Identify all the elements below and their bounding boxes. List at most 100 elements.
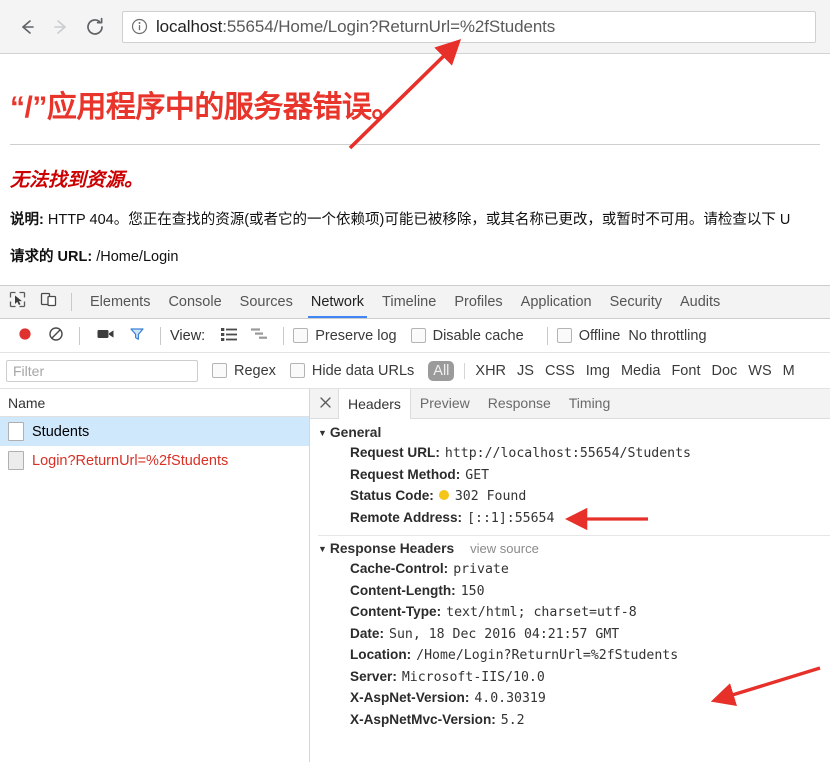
tab-elements[interactable]: Elements (81, 286, 159, 318)
divider (79, 326, 80, 345)
header-row: Request URL: http://localhost:55654/Stude… (310, 443, 830, 465)
error-page: “/”应用程序中的服务器错误。 无法找到资源。 说明: HTTP 404。您正在… (0, 54, 830, 285)
waterfall-view-button[interactable] (246, 322, 274, 350)
tab-application[interactable]: Application (512, 286, 601, 318)
preserve-log-label: Preserve log (315, 327, 397, 344)
general-section-header[interactable]: ▼ General (310, 425, 830, 440)
capture-screenshots-icon (97, 327, 115, 344)
network-toolbar: View: Preserve log Disable cache Offline… (0, 319, 830, 353)
header-value: private (453, 562, 509, 577)
clear-button[interactable] (42, 322, 70, 350)
tab-audits[interactable]: Audits (671, 286, 729, 318)
filter-funnel-icon (129, 326, 145, 345)
list-view-button[interactable] (215, 322, 243, 350)
header-value: text/html; charset=utf-8 (446, 605, 637, 620)
url-host: localhost (156, 16, 223, 36)
request-list-pane: Name Students Login?ReturnUrl=%2fStudents (0, 389, 310, 762)
inspect-element-button[interactable] (3, 288, 31, 316)
devtools-tabbar: Elements Console Sources Network Timeline Pro… (0, 286, 830, 319)
header-key: Status Code: (350, 488, 434, 503)
header-row: X-AspNet-Version: 4.0.30319 (310, 688, 830, 710)
divider (160, 326, 161, 345)
capture-screenshots-button[interactable] (92, 322, 120, 350)
response-headers-title: Response Headers (329, 541, 455, 556)
reload-button[interactable] (78, 10, 112, 44)
chevron-down-icon: ▼ (318, 544, 327, 554)
disable-cache-checkbox[interactable]: Disable cache (410, 328, 524, 344)
header-value: GET (465, 467, 490, 483)
tab-profiles[interactable]: Profiles (445, 286, 511, 318)
header-value: Microsoft-IIS/10.0 (401, 669, 545, 685)
checkbox-box (410, 328, 426, 343)
reload-icon (84, 16, 106, 38)
header-value: 302 Found (454, 489, 527, 504)
tab-network[interactable]: Network (302, 286, 373, 318)
filter-button[interactable] (123, 322, 151, 350)
divider (464, 362, 466, 379)
request-list-header[interactable]: Name (0, 389, 309, 417)
offline-checkbox[interactable]: Offline (556, 328, 620, 344)
requested-url-value: /Home/Login (96, 249, 179, 265)
device-toolbar-icon (40, 291, 57, 313)
filter-input[interactable] (6, 359, 198, 382)
regex-label: Regex (234, 362, 276, 379)
header-key: Server: (350, 668, 397, 684)
checkbox-box (289, 363, 305, 378)
detail-tab-timing[interactable]: Timing (560, 389, 620, 418)
header-key: X-AspNet-Version: (350, 690, 470, 705)
request-row[interactable]: Students (0, 417, 309, 446)
preserve-log-checkbox[interactable]: Preserve log (293, 327, 397, 344)
headers-content: ▼ General Request URL: http://localhost:55… (310, 419, 830, 731)
regex-checkbox[interactable]: Regex (212, 363, 276, 379)
filter-type-css[interactable]: CSS (545, 363, 575, 379)
record-button[interactable] (11, 322, 39, 350)
hide-data-urls-checkbox[interactable]: Hide data URLs (289, 363, 414, 379)
filter-type-all[interactable]: All (428, 360, 455, 381)
filter-type-m[interactable]: M (783, 363, 795, 379)
address-bar[interactable]: localhost:55654/Home/Login?ReturnUrl=%2f… (122, 10, 816, 43)
header-value: http://localhost:55654/Students (444, 446, 692, 461)
detail-tab-preview[interactable]: Preview (411, 389, 479, 418)
list-view-icon (220, 327, 238, 345)
back-button[interactable] (10, 10, 44, 44)
close-button[interactable] (314, 393, 336, 415)
detail-tab-headers[interactable]: Headers (338, 389, 411, 419)
general-title: General (329, 425, 382, 440)
header-row: X-AspNetMvc-Version: 5.2 (310, 710, 830, 732)
request-name: Students (32, 423, 90, 440)
filter-type-doc[interactable]: Doc (711, 363, 737, 379)
header-value: [::1]:55654 (467, 510, 555, 526)
header-row: Content-Length: 150 (310, 581, 830, 603)
header-key: Content-Length: (350, 582, 456, 598)
divider (283, 326, 285, 345)
detail-tab-response[interactable]: Response (479, 389, 560, 418)
view-source-link[interactable]: view source (470, 541, 539, 556)
response-headers-section-header[interactable]: ▼ Response Headers view source (310, 541, 830, 556)
header-row: Content-Type: text/html; charset=utf-8 (310, 602, 830, 624)
filter-type-ws[interactable]: WS (748, 363, 771, 379)
filter-type-xhr[interactable]: XHR (475, 363, 506, 379)
tab-console[interactable]: Console (159, 286, 230, 318)
filter-type-js[interactable]: JS (517, 363, 534, 379)
throttling-select[interactable]: No throttling (628, 328, 706, 344)
view-label: View: (170, 327, 206, 344)
filter-type-img[interactable]: Img (586, 363, 610, 379)
header-key: Remote Address: (350, 509, 463, 525)
header-row: Status Code: 302 Found (310, 486, 830, 508)
checkbox-box (556, 328, 572, 343)
device-toolbar-button[interactable] (34, 288, 62, 316)
filter-type-media[interactable]: Media (621, 363, 661, 379)
info-circle-icon[interactable] (131, 18, 148, 35)
tab-security[interactable]: Security (601, 286, 671, 318)
header-key: Request Method: (350, 466, 461, 482)
network-panes: Name Students Login?ReturnUrl=%2fStudents… (0, 389, 830, 762)
tab-sources[interactable]: Sources (231, 286, 302, 318)
tab-timeline[interactable]: Timeline (373, 286, 445, 318)
error-description: 说明: HTTP 404。您正在查找的资源(或者它的一个依赖项)可能已被移除，或… (10, 208, 830, 229)
document-icon (8, 422, 24, 441)
url-text: localhost:55654/Home/Login?ReturnUrl=%2f… (156, 17, 555, 37)
request-row[interactable]: Login?ReturnUrl=%2fStudents (0, 446, 309, 475)
header-key: X-AspNetMvc-Version: (350, 711, 496, 727)
status-indicator-dot (438, 490, 449, 500)
filter-type-font[interactable]: Font (671, 363, 700, 379)
